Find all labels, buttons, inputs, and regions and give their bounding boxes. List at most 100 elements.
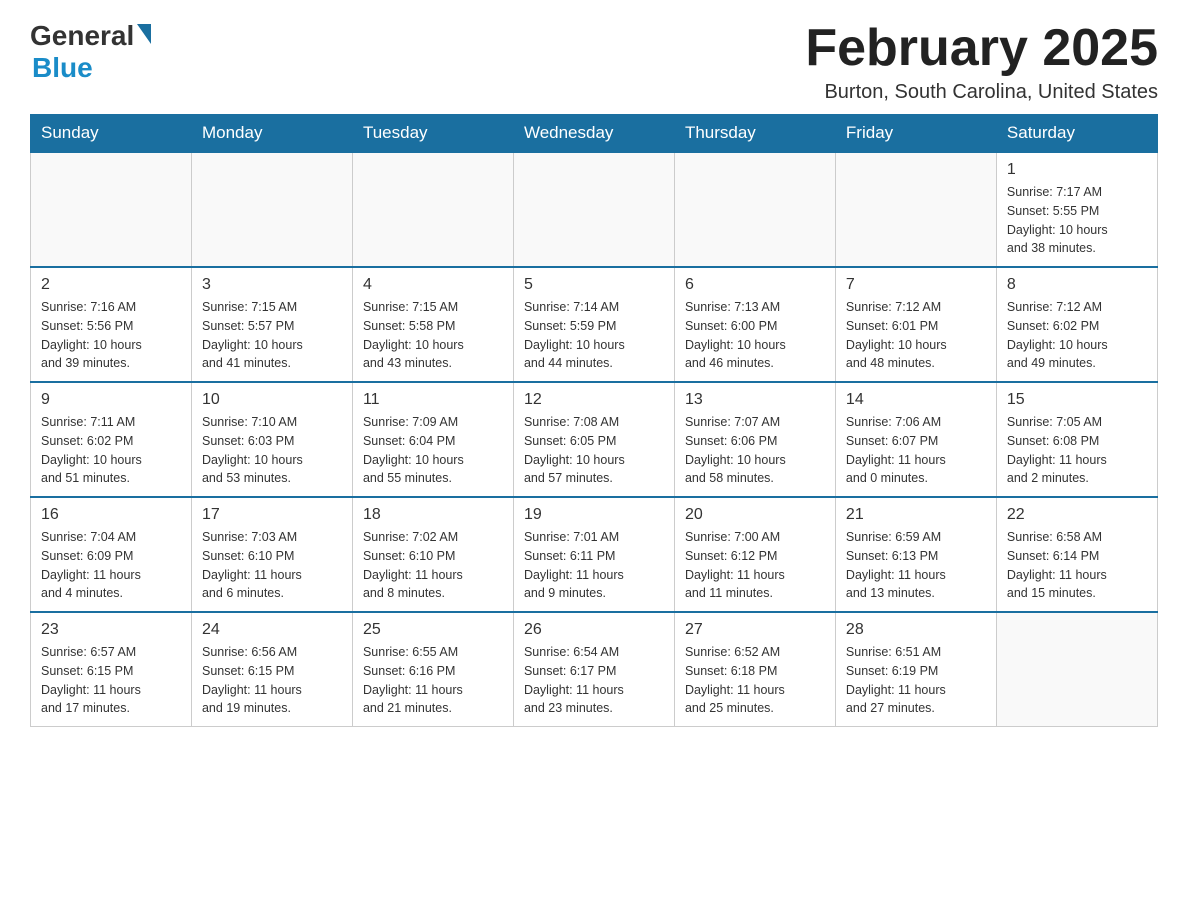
calendar-cell: 3 Sunrise: 7:15 AMSunset: 5:57 PMDaylight… [191, 267, 352, 382]
day-info: Sunrise: 6:59 AMSunset: 6:13 PMDaylight:… [846, 528, 986, 603]
calendar-cell: 13Sunrise: 7:07 AMSunset: 6:06 PMDayligh… [674, 382, 835, 497]
calendar-week-4: 16 Sunrise: 7:04 AMSunset: 6:09 PMDayligh… [31, 497, 1158, 612]
day-info: Sunrise: 6:54 AMSunset: 6:17 PMDaylight:… [524, 643, 664, 718]
day-number: 16 [41, 506, 181, 524]
calendar-cell [191, 152, 352, 267]
calendar-cell: 19 Sunrise: 7:01 AMSunset: 6:11 PMDayligh… [513, 497, 674, 612]
day-info: Sunrise: 7:16 AMSunset: 5:56 PMDaylight:… [41, 298, 181, 373]
day-number: 27 [685, 621, 825, 639]
calendar-cell [31, 152, 192, 267]
calendar-cell: 12 Sunrise: 7:08 AMSunset: 6:05 PMDayligh… [513, 382, 674, 497]
day-number: 12 [524, 391, 664, 409]
day-info: Sunrise: 6:58 AMSunset: 6:14 PMDaylight:… [1007, 528, 1147, 603]
title-block: February 2025 Burton, South Carolina, Un… [805, 20, 1158, 104]
calendar-week-1: 1 Sunrise: 7:17 AMSunset: 5:55 PMDaylight… [31, 152, 1158, 267]
day-info: Sunrise: 7:12 AMSunset: 6:02 PMDaylight:… [1007, 298, 1147, 373]
day-info: Sunrise: 7:08 AMSunset: 6:05 PMDaylight:… [524, 413, 664, 488]
day-number: 9 [41, 391, 181, 409]
day-info: Sunrise: 7:01 AMSunset: 6:11 PMDaylight:… [524, 528, 664, 603]
calendar-cell: 7 Sunrise: 7:12 AMSunset: 6:01 PMDaylight… [835, 267, 996, 382]
calendar-week-5: 23Sunrise: 6:57 AMSunset: 6:15 PMDayligh… [31, 612, 1158, 727]
day-info: Sunrise: 6:51 AMSunset: 6:19 PMDaylight:… [846, 643, 986, 718]
day-info: Sunrise: 7:10 AMSunset: 6:03 PMDaylight:… [202, 413, 342, 488]
calendar-cell: 9 Sunrise: 7:11 AMSunset: 6:02 PMDaylight… [31, 382, 192, 497]
day-info: Sunrise: 6:56 AMSunset: 6:15 PMDaylight:… [202, 643, 342, 718]
calendar-cell: 25 Sunrise: 6:55 AMSunset: 6:16 PMDayligh… [352, 612, 513, 727]
day-number: 10 [202, 391, 342, 409]
day-info: Sunrise: 7:04 AMSunset: 6:09 PMDaylight:… [41, 528, 181, 603]
calendar-cell: 23Sunrise: 6:57 AMSunset: 6:15 PMDayligh… [31, 612, 192, 727]
calendar-cell: 14Sunrise: 7:06 AMSunset: 6:07 PMDayligh… [835, 382, 996, 497]
day-info: Sunrise: 7:05 AMSunset: 6:08 PMDaylight:… [1007, 413, 1147, 488]
calendar-header-tuesday: Tuesday [352, 115, 513, 153]
calendar-cell: 18Sunrise: 7:02 AMSunset: 6:10 PMDayligh… [352, 497, 513, 612]
calendar-cell: 10 Sunrise: 7:10 AMSunset: 6:03 PMDayligh… [191, 382, 352, 497]
calendar-cell [352, 152, 513, 267]
day-info: Sunrise: 7:17 AMSunset: 5:55 PMDaylight:… [1007, 183, 1147, 258]
day-number: 7 [846, 276, 986, 294]
day-number: 23 [41, 621, 181, 639]
day-number: 22 [1007, 506, 1147, 524]
calendar-cell [674, 152, 835, 267]
calendar-week-3: 9 Sunrise: 7:11 AMSunset: 6:02 PMDaylight… [31, 382, 1158, 497]
day-number: 24 [202, 621, 342, 639]
calendar-header-row: SundayMondayTuesdayWednesdayThursdayFrid… [31, 115, 1158, 153]
day-info: Sunrise: 7:15 AMSunset: 5:58 PMDaylight:… [363, 298, 503, 373]
calendar-cell: 26 Sunrise: 6:54 AMSunset: 6:17 PMDayligh… [513, 612, 674, 727]
calendar-header-sunday: Sunday [31, 115, 192, 153]
calendar-cell: 4 Sunrise: 7:15 AMSunset: 5:58 PMDaylight… [352, 267, 513, 382]
day-number: 26 [524, 621, 664, 639]
day-number: 25 [363, 621, 503, 639]
day-info: Sunrise: 7:00 AMSunset: 6:12 PMDaylight:… [685, 528, 825, 603]
calendar-cell: 15 Sunrise: 7:05 AMSunset: 6:08 PMDayligh… [996, 382, 1157, 497]
calendar-header-wednesday: Wednesday [513, 115, 674, 153]
calendar-cell: 27 Sunrise: 6:52 AMSunset: 6:18 PMDayligh… [674, 612, 835, 727]
calendar-table: SundayMondayTuesdayWednesdayThursdayFrid… [30, 114, 1158, 727]
calendar-cell: 1 Sunrise: 7:17 AMSunset: 5:55 PMDaylight… [996, 152, 1157, 267]
day-number: 13 [685, 391, 825, 409]
day-info: Sunrise: 6:52 AMSunset: 6:18 PMDaylight:… [685, 643, 825, 718]
day-info: Sunrise: 7:12 AMSunset: 6:01 PMDaylight:… [846, 298, 986, 373]
day-number: 28 [846, 621, 986, 639]
day-number: 15 [1007, 391, 1147, 409]
day-number: 17 [202, 506, 342, 524]
day-number: 19 [524, 506, 664, 524]
calendar-cell: 5 Sunrise: 7:14 AMSunset: 5:59 PMDaylight… [513, 267, 674, 382]
calendar-cell [513, 152, 674, 267]
day-number: 4 [363, 276, 503, 294]
calendar-cell: 21Sunrise: 6:59 AMSunset: 6:13 PMDayligh… [835, 497, 996, 612]
calendar-subtitle: Burton, South Carolina, United States [805, 81, 1158, 104]
calendar-cell: 20 Sunrise: 7:00 AMSunset: 6:12 PMDayligh… [674, 497, 835, 612]
day-info: Sunrise: 7:03 AMSunset: 6:10 PMDaylight:… [202, 528, 342, 603]
calendar-cell: 28 Sunrise: 6:51 AMSunset: 6:19 PMDayligh… [835, 612, 996, 727]
day-info: Sunrise: 7:14 AMSunset: 5:59 PMDaylight:… [524, 298, 664, 373]
logo-blue-text: Blue [32, 52, 93, 84]
calendar-cell: 6 Sunrise: 7:13 AMSunset: 6:00 PMDaylight… [674, 267, 835, 382]
calendar-cell: 22 Sunrise: 6:58 AMSunset: 6:14 PMDayligh… [996, 497, 1157, 612]
calendar-cell: 16 Sunrise: 7:04 AMSunset: 6:09 PMDayligh… [31, 497, 192, 612]
page-header: General Blue February 2025 Burton, South… [30, 20, 1158, 104]
calendar-cell: 24 Sunrise: 6:56 AMSunset: 6:15 PMDayligh… [191, 612, 352, 727]
day-number: 3 [202, 276, 342, 294]
calendar-header-friday: Friday [835, 115, 996, 153]
day-number: 5 [524, 276, 664, 294]
day-info: Sunrise: 7:09 AMSunset: 6:04 PMDaylight:… [363, 413, 503, 488]
day-number: 6 [685, 276, 825, 294]
calendar-cell [996, 612, 1157, 727]
day-number: 11 [363, 391, 503, 409]
day-info: Sunrise: 7:11 AMSunset: 6:02 PMDaylight:… [41, 413, 181, 488]
day-number: 8 [1007, 276, 1147, 294]
calendar-header-saturday: Saturday [996, 115, 1157, 153]
day-info: Sunrise: 7:13 AMSunset: 6:00 PMDaylight:… [685, 298, 825, 373]
day-info: Sunrise: 6:55 AMSunset: 6:16 PMDaylight:… [363, 643, 503, 718]
day-number: 20 [685, 506, 825, 524]
calendar-cell: 2Sunrise: 7:16 AMSunset: 5:56 PMDaylight… [31, 267, 192, 382]
day-info: Sunrise: 7:15 AMSunset: 5:57 PMDaylight:… [202, 298, 342, 373]
calendar-cell: 11 Sunrise: 7:09 AMSunset: 6:04 PMDayligh… [352, 382, 513, 497]
day-number: 18 [363, 506, 503, 524]
day-number: 1 [1007, 161, 1147, 179]
calendar-cell: 8 Sunrise: 7:12 AMSunset: 6:02 PMDaylight… [996, 267, 1157, 382]
day-info: Sunrise: 7:06 AMSunset: 6:07 PMDaylight:… [846, 413, 986, 488]
calendar-title: February 2025 [805, 20, 1158, 77]
logo-arrow-icon [137, 24, 151, 44]
